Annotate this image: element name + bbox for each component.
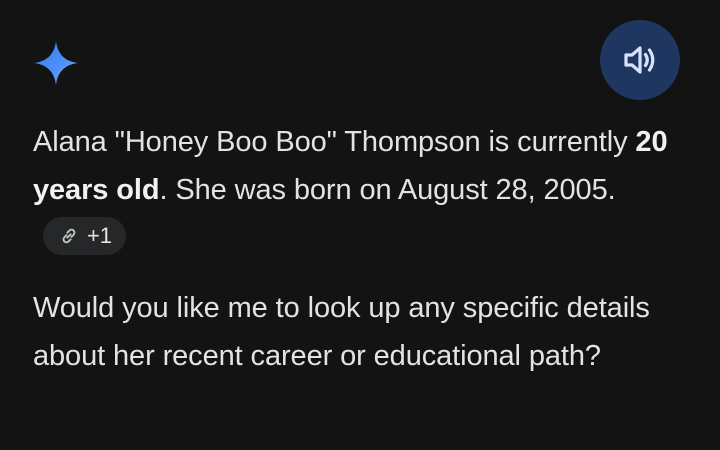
sources-count: +1 [87, 223, 112, 249]
volume-icon [620, 40, 660, 80]
response-paragraph-1: Alana "Honey Boo Boo" Thompson is curren… [33, 118, 693, 262]
assistant-response: Alana "Honey Boo Boo" Thompson is curren… [33, 118, 693, 380]
link-icon [59, 226, 79, 246]
gemini-sparkle-icon [33, 40, 79, 86]
response-paragraph-2: Would you like me to look up any specifi… [33, 292, 650, 372]
read-aloud-button[interactable] [600, 20, 680, 100]
response-text: . She was born on August 28, 2005. [159, 174, 616, 206]
response-text: Alana "Honey Boo Boo" Thompson is curren… [33, 126, 636, 158]
sources-chip[interactable]: +1 [43, 217, 126, 256]
